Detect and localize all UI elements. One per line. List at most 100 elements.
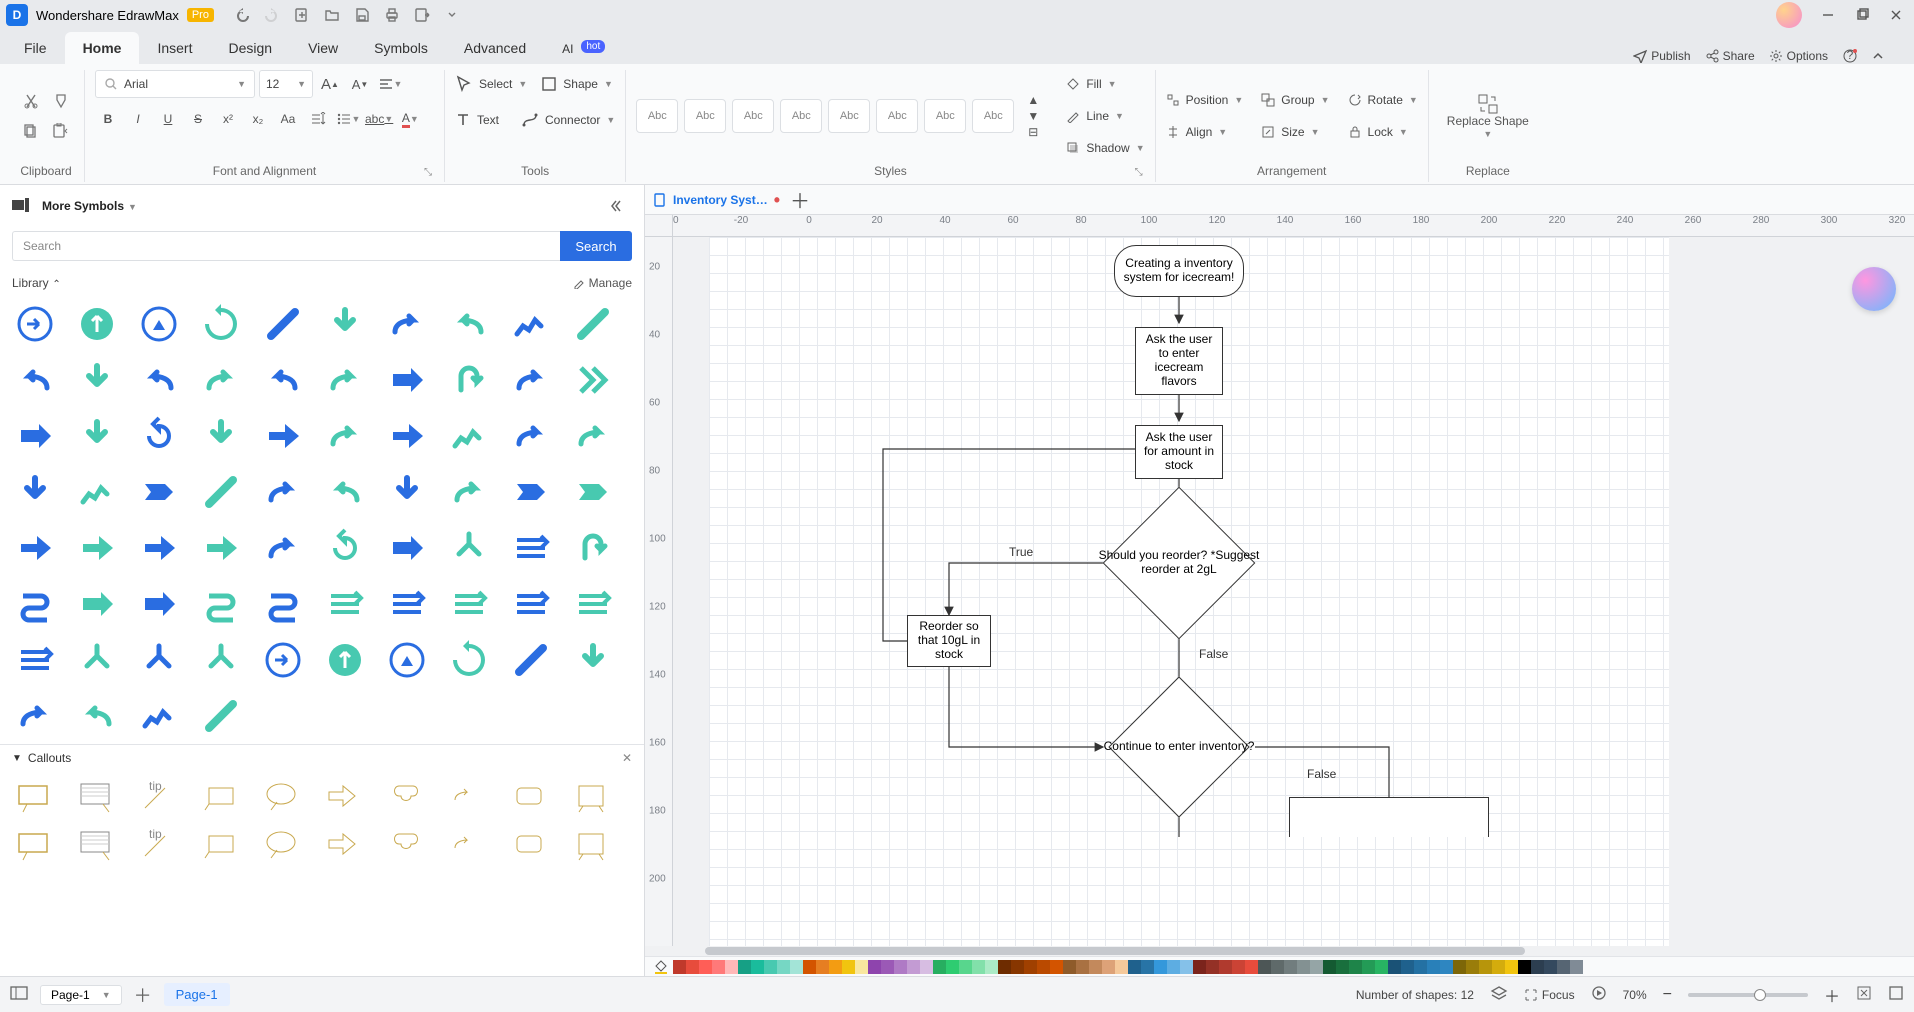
zoom-knob[interactable] bbox=[1754, 989, 1766, 1001]
symbol-item[interactable] bbox=[380, 580, 434, 628]
tab-file[interactable]: File bbox=[6, 32, 65, 64]
callout-item[interactable] bbox=[70, 777, 124, 817]
color-swatch[interactable] bbox=[699, 960, 712, 974]
color-swatch[interactable] bbox=[1505, 960, 1518, 974]
callout-item[interactable] bbox=[566, 777, 620, 817]
fill-picker-icon[interactable] bbox=[649, 957, 673, 977]
color-swatch[interactable] bbox=[1076, 960, 1089, 974]
style-scroll-up[interactable]: ▲ bbox=[1020, 92, 1046, 108]
callout-item[interactable] bbox=[566, 825, 620, 865]
ai-floating-button[interactable] bbox=[1852, 267, 1896, 311]
color-swatch[interactable] bbox=[1011, 960, 1024, 974]
color-swatch[interactable] bbox=[972, 960, 985, 974]
color-swatch[interactable] bbox=[1479, 960, 1492, 974]
tab-ai[interactable]: AI hot bbox=[544, 32, 623, 64]
options-button[interactable]: Options bbox=[1769, 49, 1828, 63]
tab-design[interactable]: Design bbox=[210, 32, 290, 64]
color-swatch[interactable] bbox=[998, 960, 1011, 974]
presentation-button[interactable] bbox=[1591, 985, 1607, 1004]
paste-button[interactable] bbox=[48, 118, 74, 144]
fullscreen-button[interactable] bbox=[1888, 985, 1904, 1004]
callout-item[interactable] bbox=[442, 825, 496, 865]
process-reorder[interactable]: Reorder so that 10gL in stock bbox=[907, 615, 991, 667]
color-swatch[interactable] bbox=[1102, 960, 1115, 974]
color-swatch[interactable] bbox=[920, 960, 933, 974]
style-preset[interactable]: Abc bbox=[780, 99, 822, 133]
callout-item[interactable] bbox=[504, 777, 558, 817]
style-preset[interactable]: Abc bbox=[828, 99, 870, 133]
font-family-select[interactable]: Arial ▼ bbox=[95, 70, 255, 98]
color-swatch[interactable] bbox=[1167, 960, 1180, 974]
color-swatch[interactable] bbox=[1440, 960, 1453, 974]
color-swatch[interactable] bbox=[790, 960, 803, 974]
symbol-item[interactable] bbox=[380, 356, 434, 404]
user-avatar[interactable] bbox=[1776, 2, 1802, 28]
callout-item[interactable] bbox=[318, 825, 372, 865]
decrease-font-button[interactable]: A▼ bbox=[347, 71, 373, 97]
color-swatch[interactable] bbox=[933, 960, 946, 974]
page-tab[interactable]: Page-1 bbox=[164, 983, 230, 1006]
color-swatch[interactable] bbox=[816, 960, 829, 974]
color-swatch[interactable] bbox=[829, 960, 842, 974]
export-button[interactable] bbox=[412, 5, 432, 25]
save-button[interactable] bbox=[352, 5, 372, 25]
symbol-item[interactable] bbox=[442, 524, 496, 572]
symbol-item[interactable] bbox=[194, 468, 248, 516]
symbol-item[interactable] bbox=[256, 636, 310, 684]
color-swatch[interactable] bbox=[907, 960, 920, 974]
color-swatch[interactable] bbox=[842, 960, 855, 974]
canvas[interactable]: Creating a inventory system for icecream… bbox=[673, 237, 1914, 946]
more-symbols-label[interactable]: More Symbols▼ bbox=[42, 197, 137, 215]
callout-item[interactable] bbox=[380, 825, 434, 865]
styles-launcher[interactable]: ⤡ bbox=[1135, 167, 1143, 178]
terminator-start[interactable]: Creating a inventory system for icecream… bbox=[1114, 245, 1244, 297]
color-swatch[interactable] bbox=[1544, 960, 1557, 974]
search-input[interactable]: Search bbox=[12, 231, 560, 261]
undo-button[interactable] bbox=[232, 5, 252, 25]
strike-button[interactable]: S bbox=[185, 106, 211, 132]
color-swatch[interactable] bbox=[985, 960, 998, 974]
line-dropdown[interactable]: Line▼ bbox=[1066, 102, 1144, 130]
color-swatch[interactable] bbox=[1258, 960, 1271, 974]
callouts-section-label[interactable]: Callouts bbox=[28, 751, 71, 765]
callout-item[interactable]: tip bbox=[132, 777, 186, 817]
rotate-dropdown[interactable]: Rotate▼ bbox=[1348, 86, 1418, 114]
style-preset[interactable]: Abc bbox=[636, 99, 678, 133]
color-swatch[interactable] bbox=[1336, 960, 1349, 974]
open-button[interactable] bbox=[322, 5, 342, 25]
color-swatch[interactable] bbox=[1349, 960, 1362, 974]
font-color-button[interactable]: A▼ bbox=[397, 106, 423, 132]
symbol-item[interactable] bbox=[194, 636, 248, 684]
symbol-item[interactable] bbox=[256, 524, 310, 572]
zoom-out-button[interactable]: − bbox=[1663, 986, 1672, 1004]
color-swatch[interactable] bbox=[1453, 960, 1466, 974]
symbol-item[interactable] bbox=[256, 356, 310, 404]
style-preset[interactable]: Abc bbox=[876, 99, 918, 133]
symbol-item[interactable] bbox=[442, 356, 496, 404]
color-swatch[interactable] bbox=[1219, 960, 1232, 974]
print-button[interactable] bbox=[382, 5, 402, 25]
layers-icon[interactable] bbox=[1490, 985, 1508, 1004]
color-swatch[interactable] bbox=[1323, 960, 1336, 974]
symbol-item[interactable] bbox=[70, 524, 124, 572]
decision-continue[interactable]: Continue to enter inventory? bbox=[1129, 697, 1229, 797]
style-preset[interactable]: Abc bbox=[732, 99, 774, 133]
text-tool[interactable]: Text bbox=[455, 106, 499, 134]
symbol-item[interactable] bbox=[380, 412, 434, 460]
color-swatch[interactable] bbox=[855, 960, 868, 974]
symbol-item[interactable] bbox=[504, 356, 558, 404]
symbol-item[interactable] bbox=[194, 692, 248, 740]
underline-button[interactable]: U bbox=[155, 106, 181, 132]
copy-button[interactable] bbox=[18, 118, 44, 144]
zoom-in-button[interactable]: ＋ bbox=[1824, 983, 1840, 1007]
symbol-item[interactable] bbox=[132, 524, 186, 572]
symbol-item[interactable] bbox=[442, 412, 496, 460]
symbol-item[interactable] bbox=[194, 412, 248, 460]
position-dropdown[interactable]: Position▼ bbox=[1166, 86, 1244, 114]
color-swatch[interactable] bbox=[1063, 960, 1076, 974]
superscript-button[interactable]: x² bbox=[215, 106, 241, 132]
symbol-item[interactable] bbox=[8, 524, 62, 572]
symbol-item[interactable] bbox=[318, 524, 372, 572]
symbol-item[interactable] bbox=[566, 356, 620, 404]
symbol-item[interactable] bbox=[194, 300, 248, 348]
